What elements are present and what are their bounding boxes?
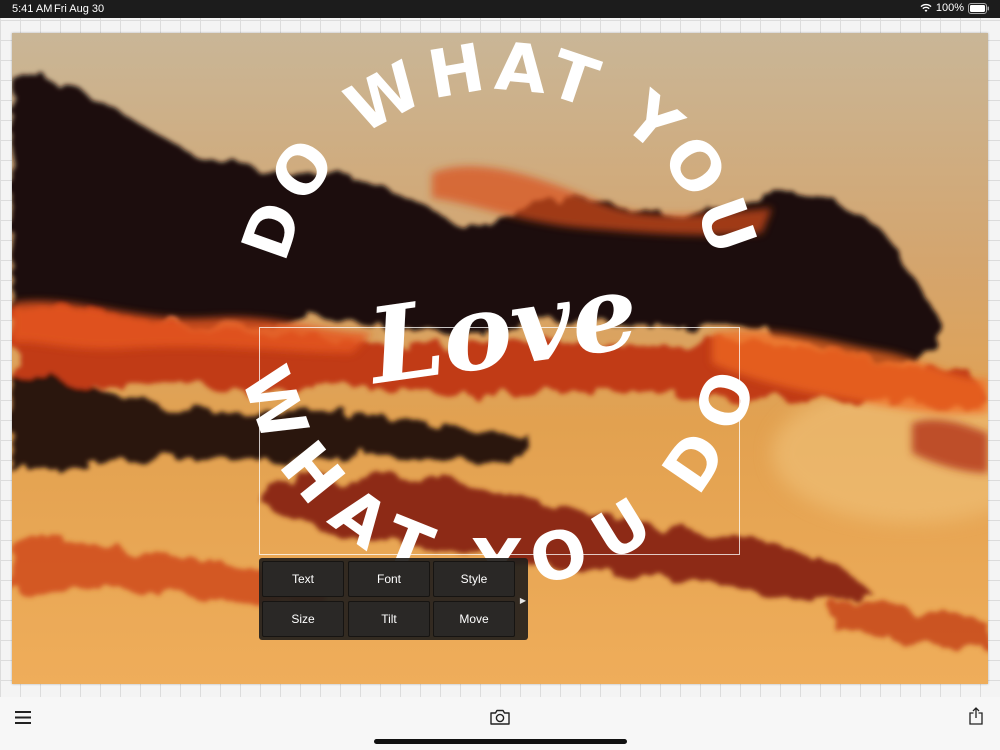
size-button[interactable]: Size [262,601,344,637]
font-button[interactable]: Font [348,561,430,597]
home-indicator [374,739,627,744]
hamburger-menu-icon[interactable] [13,708,33,726]
style-button[interactable]: Style [433,561,515,597]
status-date: Fri Aug 30 [54,3,105,15]
battery-icon [968,2,990,14]
status-time: 5:41 AM [12,3,53,15]
text-button[interactable]: Text [262,561,344,597]
status-bar: 5:41 AM Fri Aug 30 100% [0,0,1000,18]
triangle-right-icon[interactable]: ▶ [517,590,529,610]
edit-toolbar: Text Font Style Size Tilt Move [259,558,528,640]
move-button[interactable]: Move [433,601,515,637]
selection-box[interactable] [259,327,740,555]
share-icon[interactable] [966,705,986,727]
camera-icon[interactable] [488,707,512,727]
status-right: 100% [920,2,990,14]
tilt-button[interactable]: Tilt [348,601,430,637]
wifi-icon [920,3,932,13]
battery-percent: 100% [935,2,964,14]
